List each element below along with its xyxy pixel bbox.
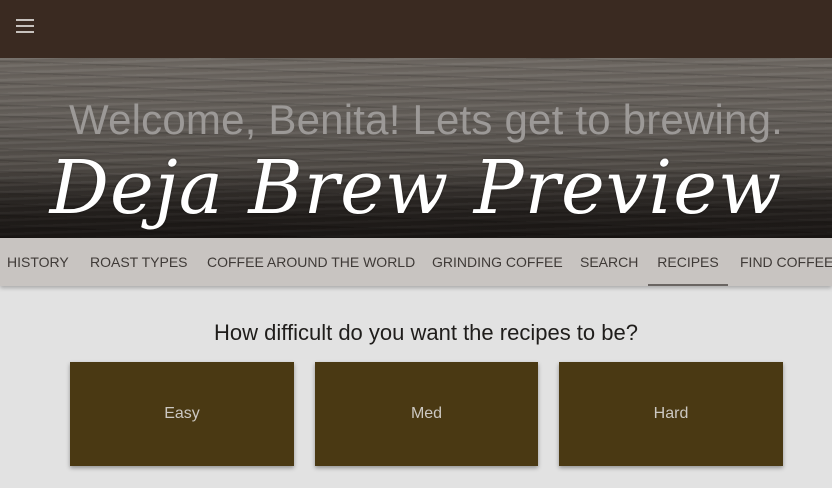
difficulty-hard-button[interactable]: Hard	[559, 362, 783, 466]
difficulty-question: How difficult do you want the recipes to…	[214, 320, 638, 345]
nav-tabs: HISTORY ROAST TYPES COFFEE AROUND THE WO…	[0, 238, 832, 286]
welcome-message: Welcome, Benita! Lets get to brewing.	[69, 96, 783, 143]
tab-find-coffee[interactable]: FIND COFFEE	[733, 238, 832, 286]
tab-coffee-around-the-world[interactable]: COFFEE AROUND THE WORLD	[200, 238, 422, 286]
tab-grinding-coffee[interactable]: GRINDING COFFEE	[425, 238, 570, 286]
tab-roast-types[interactable]: ROAST TYPES	[83, 238, 195, 286]
tab-search[interactable]: SEARCH	[573, 238, 645, 286]
difficulty-med-button[interactable]: Med	[315, 362, 538, 466]
brand-title: Deja Brew Preview	[49, 145, 783, 231]
tab-history[interactable]: HISTORY	[0, 238, 76, 286]
difficulty-easy-button[interactable]: Easy	[70, 362, 294, 466]
app-toolbar	[0, 0, 832, 58]
menu-icon[interactable]	[12, 14, 40, 38]
tab-recipes[interactable]: RECIPES	[648, 238, 728, 286]
